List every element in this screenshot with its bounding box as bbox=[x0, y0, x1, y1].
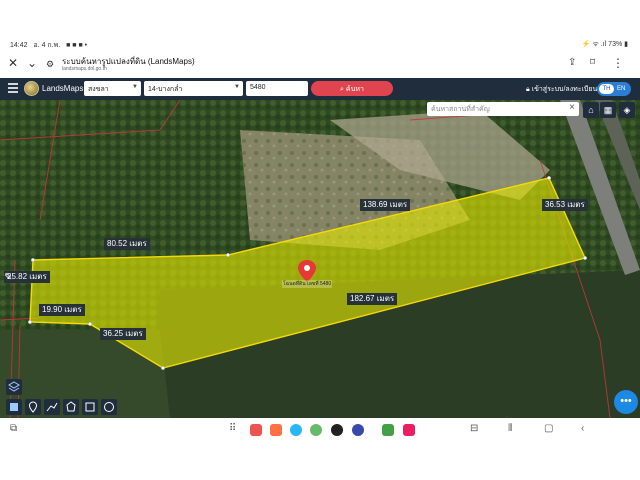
place-search-placeholder: ค้นหาสถานที่สำคัญ bbox=[431, 106, 490, 113]
parcel-number-input[interactable]: 5480 bbox=[246, 81, 308, 96]
rectangle-icon[interactable] bbox=[82, 399, 98, 415]
chevron-down-icon: ▼ bbox=[132, 84, 138, 90]
polygon-draw-icon[interactable] bbox=[6, 399, 22, 415]
province-select[interactable]: สงขลา ▼ bbox=[84, 81, 141, 96]
app-icon[interactable] bbox=[403, 424, 415, 436]
recents-icon[interactable]: ⦀ bbox=[508, 423, 512, 435]
search-icon: ⌕ bbox=[340, 86, 344, 93]
lock-icon: 🔒︎ bbox=[526, 86, 530, 93]
lang-th[interactable]: TH bbox=[599, 84, 614, 94]
more-icon[interactable]: ⋮ bbox=[612, 57, 624, 69]
status-bar: 14:42 อ. 4 ก.พ. ■ ■ ■ • ⚡ ᯤ .ıl 73% ▮ bbox=[0, 36, 640, 52]
search-button[interactable]: ⌕ ค้นหา bbox=[311, 81, 393, 96]
measurement-label: 36.53 เมตร bbox=[542, 199, 588, 211]
chevron-down-icon[interactable]: ⌄ bbox=[27, 57, 37, 69]
clock: 14:42 bbox=[10, 42, 28, 49]
share-icon[interactable]: ⇪ bbox=[568, 57, 576, 69]
lang-en[interactable]: EN bbox=[617, 84, 625, 94]
app-icon[interactable] bbox=[382, 424, 394, 436]
login-label: เข้าสู่ระบบ/ลงทะเบียน bbox=[531, 86, 598, 93]
measurement-label: 36.25 เมตร bbox=[100, 328, 146, 340]
language-toggle[interactable]: TH EN bbox=[597, 82, 631, 96]
layers-icon[interactable]: ◈ bbox=[619, 102, 635, 118]
screen: 14:42 อ. 4 ก.พ. ■ ■ ■ • ⚡ ᯤ .ıl 73% ▮ ✕ … bbox=[0, 0, 640, 480]
menu-icon[interactable] bbox=[8, 83, 18, 93]
page-url[interactable]: landsmaps.dol.go.th bbox=[62, 66, 107, 72]
status-right: ⚡ ᯤ .ıl 73% ▮ bbox=[582, 40, 628, 49]
pin-icon[interactable] bbox=[25, 399, 41, 415]
battery-level: 73% bbox=[608, 41, 623, 48]
app-logo bbox=[24, 81, 39, 96]
screenshot-icon[interactable]: ⧉ bbox=[10, 423, 17, 435]
back-icon[interactable]: ‹ bbox=[581, 423, 584, 435]
site-settings-icon[interactable]: ⚙ bbox=[46, 58, 54, 70]
place-search-input[interactable]: ค้นหาสถานที่สำคัญ × bbox=[427, 102, 579, 116]
signal-icon: ⚡ ᯤ .ıl bbox=[581, 41, 609, 48]
app-icon[interactable] bbox=[250, 424, 262, 436]
map-view[interactable]: โฉนดที่ดิน เลขที่ 5480 138.69 เมตร 36.53… bbox=[0, 100, 640, 418]
app-header: LandsMaps สงขลา ▼ 14-บางกล่ำ ▼ 5480 ⌕ ค้… bbox=[0, 78, 640, 100]
home-button-icon[interactable]: ▢ bbox=[544, 423, 553, 435]
line-measure-icon[interactable] bbox=[44, 399, 60, 415]
date: อ. 4 ก.พ. bbox=[33, 42, 61, 49]
split-view-icon[interactable]: ⊟ bbox=[470, 423, 478, 435]
measurement-label: 182.67 เมตร bbox=[347, 293, 398, 305]
notification-icons: ■ ■ ■ • bbox=[66, 42, 88, 49]
grid-icon[interactable]: ▦ bbox=[600, 102, 616, 118]
close-icon[interactable]: × bbox=[569, 102, 575, 113]
system-navigation-bar: ⧉ ⠿ ⊟ ⦀ ▢ ‹ bbox=[0, 418, 640, 442]
battery-icon: ▮ bbox=[624, 41, 628, 48]
district-select[interactable]: 14-บางกล่ำ ▼ bbox=[144, 81, 243, 96]
browser-toolbar: ✕ ⌄ ⚙ ระบบค้นหารูปแปลงที่ดิน (LandsMaps)… bbox=[0, 52, 640, 76]
circle-icon[interactable] bbox=[101, 399, 117, 415]
pin-caption: โฉนดที่ดิน เลขที่ 5480 bbox=[282, 280, 333, 288]
app-icon[interactable] bbox=[290, 424, 302, 436]
map-layers-tool-icon[interactable] bbox=[6, 379, 22, 395]
app-name: LandsMaps bbox=[42, 84, 84, 93]
login-link[interactable]: 🔒︎ เข้าสู่ระบบ/ลงทะเบียน bbox=[526, 84, 597, 95]
chevron-down-icon: ▼ bbox=[234, 84, 240, 90]
app-icon[interactable] bbox=[310, 424, 322, 436]
satellite-map bbox=[0, 100, 640, 418]
app-icon[interactable] bbox=[331, 424, 343, 436]
close-icon[interactable]: ✕ bbox=[8, 57, 18, 69]
app-drawer-icon[interactable]: ⠿ bbox=[229, 423, 236, 435]
parcel-number-value: 5480 bbox=[250, 84, 266, 91]
more-options-button[interactable]: ••• bbox=[614, 390, 638, 414]
measurement-label: 19.90 เมตร bbox=[39, 304, 85, 316]
status-time: 14:42 อ. 4 ก.พ. ■ ■ ■ • bbox=[10, 40, 87, 51]
bookmark-icon[interactable]: ⌑ bbox=[590, 57, 595, 69]
edit-icon[interactable]: ✎ bbox=[4, 272, 12, 283]
area-icon[interactable] bbox=[63, 399, 79, 415]
settings-icon[interactable] bbox=[352, 424, 364, 436]
province-value: สงขลา bbox=[88, 86, 109, 93]
search-button-label: ค้นหา bbox=[345, 86, 364, 93]
app-icon[interactable] bbox=[270, 424, 282, 436]
home-icon[interactable]: ⌂ bbox=[583, 102, 599, 118]
district-value: 14-บางกล่ำ bbox=[148, 86, 183, 93]
measurement-label: 138.69 เมตร bbox=[360, 199, 411, 211]
measurement-label: 80.52 เมตร bbox=[104, 238, 150, 250]
